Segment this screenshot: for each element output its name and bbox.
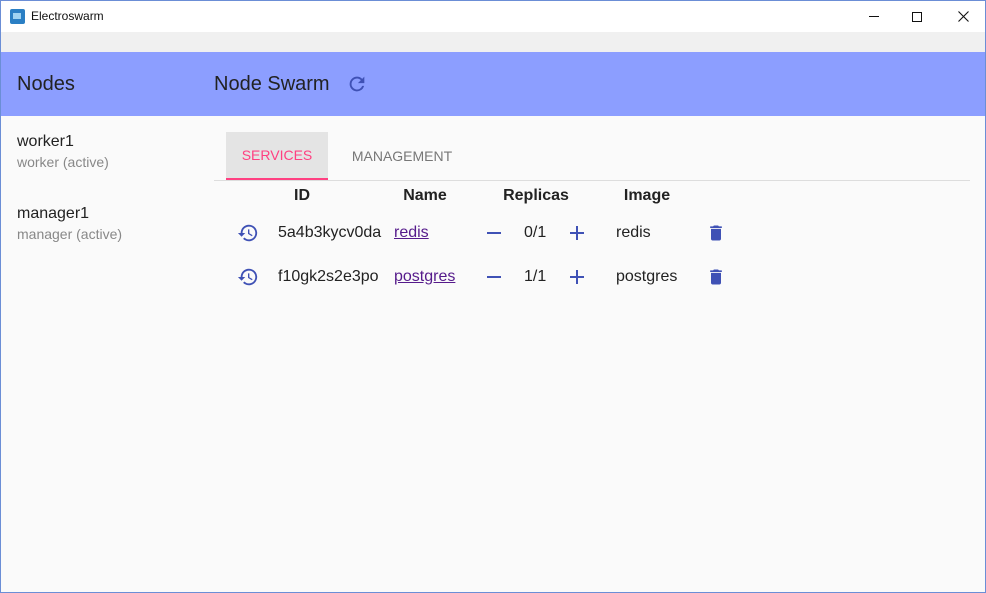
increase-replicas-button[interactable] — [564, 218, 590, 248]
minus-icon — [487, 232, 501, 234]
minimize-icon — [869, 16, 879, 17]
refresh-button[interactable] — [345, 72, 369, 96]
tab-services[interactable]: SERVICES — [226, 132, 328, 180]
minimize-button[interactable] — [851, 1, 897, 32]
column-header-name: Name — [403, 187, 447, 204]
refresh-icon — [349, 76, 365, 92]
restart-button[interactable] — [235, 218, 261, 248]
trash-icon — [710, 225, 722, 241]
table-row: f10gk2s2e3po postgres 1/1 postgres — [231, 262, 731, 292]
window-title: Electroswarm — [31, 9, 104, 23]
service-name-link[interactable]: postgres — [394, 262, 455, 292]
page-title: Node Swarm — [214, 73, 330, 95]
plus-icon — [570, 270, 584, 284]
menu-bar — [1, 32, 985, 52]
service-id: f10gk2s2e3po — [278, 268, 379, 285]
increase-replicas-button[interactable] — [564, 262, 590, 292]
close-button[interactable] — [940, 1, 985, 32]
service-name-link[interactable]: redis — [394, 218, 429, 248]
close-icon — [957, 11, 969, 22]
column-header-image: Image — [623, 187, 671, 204]
delete-service-button[interactable] — [704, 262, 728, 292]
table-row: 5a4b3kycv0da redis 0/1 redis — [231, 218, 731, 248]
sidebar-title: Nodes — [17, 73, 75, 95]
node-role: worker (active) — [17, 154, 109, 170]
maximize-icon — [912, 11, 922, 22]
restart-button[interactable] — [235, 262, 261, 292]
plus-icon — [570, 226, 584, 240]
trash-icon — [710, 269, 722, 285]
maximize-button[interactable] — [894, 1, 940, 32]
replica-count: 0/1 — [524, 224, 547, 241]
node-name: manager1 — [17, 205, 90, 222]
restart-icon — [237, 224, 258, 242]
node-name: worker1 — [17, 133, 74, 150]
service-image: postgres — [616, 268, 678, 285]
delete-service-button[interactable] — [704, 218, 728, 248]
app-window: Electroswarm Nodes Node Swarm worker1 wo… — [0, 0, 986, 593]
service-image: redis — [616, 224, 651, 241]
title-bar: Electroswarm — [1, 1, 985, 32]
app-header: Nodes Node Swarm — [1, 52, 985, 116]
decrease-replicas-button[interactable] — [481, 262, 507, 292]
column-header-id: ID — [294, 187, 310, 204]
node-role: manager (active) — [17, 226, 123, 242]
sidebar-item-manager1[interactable]: manager1 manager (active) — [17, 204, 197, 244]
app-icon — [10, 9, 25, 24]
restart-icon — [237, 268, 258, 286]
tab-bar: SERVICES MANAGEMENT — [214, 132, 970, 181]
replica-count: 1/1 — [524, 268, 547, 285]
column-header-replicas: Replicas — [503, 187, 569, 204]
nodes-sidebar: worker1 worker (active) manager1 manager… — [1, 116, 201, 592]
minus-icon — [487, 276, 501, 278]
decrease-replicas-button[interactable] — [481, 218, 507, 248]
service-id: 5a4b3kycv0da — [278, 224, 382, 241]
tab-management[interactable]: MANAGEMENT — [338, 132, 466, 180]
sidebar-item-worker1[interactable]: worker1 worker (active) — [17, 132, 197, 172]
